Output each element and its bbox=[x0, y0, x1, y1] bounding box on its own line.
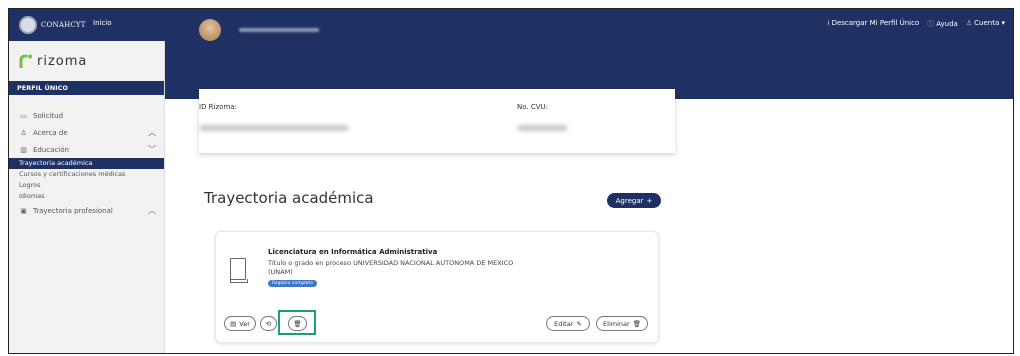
editar-button[interactable]: Editar ✎ bbox=[546, 316, 590, 331]
sidebar-nav: ▭ Solicitud ♙ Acerca de ︿ ▥ Educación ﹀ … bbox=[9, 107, 164, 219]
conahcyt-logo[interactable]: CONAHCYT bbox=[19, 16, 86, 34]
top-links: ⭳ Descargar Mi Perfil Único ⓘ Ayuda ♙ Cuent… bbox=[827, 19, 1005, 30]
refresh-icon: ⟲ bbox=[265, 319, 272, 328]
ayuda-link[interactable]: ⓘ Ayuda bbox=[927, 19, 958, 30]
top-bar: CONAHCYT Inicio ⭳ Descargar Mi Perfil Úni… bbox=[9, 9, 1013, 41]
book-icon bbox=[230, 258, 248, 283]
record-description: Título o grado en proceso UNIVERSIDAD NA… bbox=[268, 259, 514, 276]
inicio-link[interactable]: Inicio bbox=[93, 19, 112, 27]
person-icon: ♙ bbox=[20, 128, 27, 137]
logo-text: rizoma bbox=[37, 53, 88, 69]
file-icon: ▤ bbox=[230, 319, 237, 328]
user-name-blurred bbox=[239, 28, 319, 32]
brand-text: CONAHCYT bbox=[41, 21, 86, 29]
sidebar-item-idiomas[interactable]: Idiomas bbox=[9, 191, 164, 202]
ver-button[interactable]: ▤ Ver bbox=[224, 316, 256, 331]
status-badge: Registro completo bbox=[268, 280, 317, 287]
highlight-box bbox=[278, 310, 316, 335]
trash-icon: 🗑 bbox=[632, 319, 641, 328]
page-title: Trayectoria académica bbox=[204, 189, 374, 207]
rizoma-mark-icon bbox=[19, 54, 32, 68]
sidebar-item-educacion[interactable]: ▥ Educación ﹀ bbox=[9, 141, 164, 158]
record-title: Licenciatura en Informática Administrati… bbox=[268, 248, 438, 256]
book-icon: ▥ bbox=[20, 145, 27, 154]
id-card: ID Rizoma: No. CVU: bbox=[199, 89, 675, 153]
pencil-icon: ✎ bbox=[576, 319, 582, 328]
sidebar-item-trayectoria-academica[interactable]: Trayectoria académica bbox=[9, 158, 164, 169]
sidebar-item-cursos[interactable]: Cursos y certificaciones médicas bbox=[9, 169, 164, 180]
user-icon: ♙ bbox=[965, 19, 973, 27]
sidebar: rizoma PERFIL ÚNICO ▭ Solicitud ♙ Acerca… bbox=[9, 41, 165, 353]
id-rizoma-value-blurred bbox=[199, 125, 349, 131]
section-header: PERFIL ÚNICO bbox=[9, 81, 164, 95]
cvu-label: No. CVU: bbox=[517, 103, 549, 111]
download-icon: ⭳ bbox=[827, 19, 830, 27]
cuenta-menu[interactable]: ♙ Cuenta ▾ bbox=[966, 19, 1005, 30]
eliminar-button[interactable]: Eliminar 🗑 bbox=[596, 316, 648, 331]
document-icon: ▭ bbox=[20, 111, 27, 120]
id-rizoma-label: ID Rizoma: bbox=[199, 103, 237, 111]
seal-icon bbox=[19, 16, 37, 34]
refresh-button[interactable]: ⟲ bbox=[260, 316, 277, 331]
plus-icon: + bbox=[646, 196, 653, 205]
chevron-down-icon: ﹀ bbox=[148, 145, 156, 154]
sidebar-item-solicitud[interactable]: ▭ Solicitud bbox=[9, 107, 164, 124]
app-window: CONAHCYT Inicio ⭳ Descargar Mi Perfil Úni… bbox=[8, 8, 1014, 354]
rizoma-logo[interactable]: rizoma bbox=[9, 41, 164, 81]
help-icon: ⓘ bbox=[927, 20, 935, 28]
agregar-button[interactable]: Agregar + bbox=[607, 193, 661, 208]
sidebar-item-trayectoria-profesional[interactable]: ▣ Trayectoria profesional ︿ bbox=[9, 202, 164, 219]
record-card: Licenciatura en Informática Administrati… bbox=[215, 231, 659, 343]
chevron-up-icon: ︿ bbox=[148, 206, 156, 215]
badge-icon: ▣ bbox=[20, 206, 27, 215]
chevron-up-icon: ︿ bbox=[148, 128, 156, 137]
cvu-value-blurred bbox=[517, 125, 567, 131]
avatar bbox=[199, 19, 221, 41]
sidebar-item-acerca[interactable]: ♙ Acerca de ︿ bbox=[9, 124, 164, 141]
sidebar-item-logros[interactable]: Logros bbox=[9, 180, 164, 191]
descargar-link[interactable]: ⭳ Descargar Mi Perfil Único bbox=[827, 19, 919, 30]
